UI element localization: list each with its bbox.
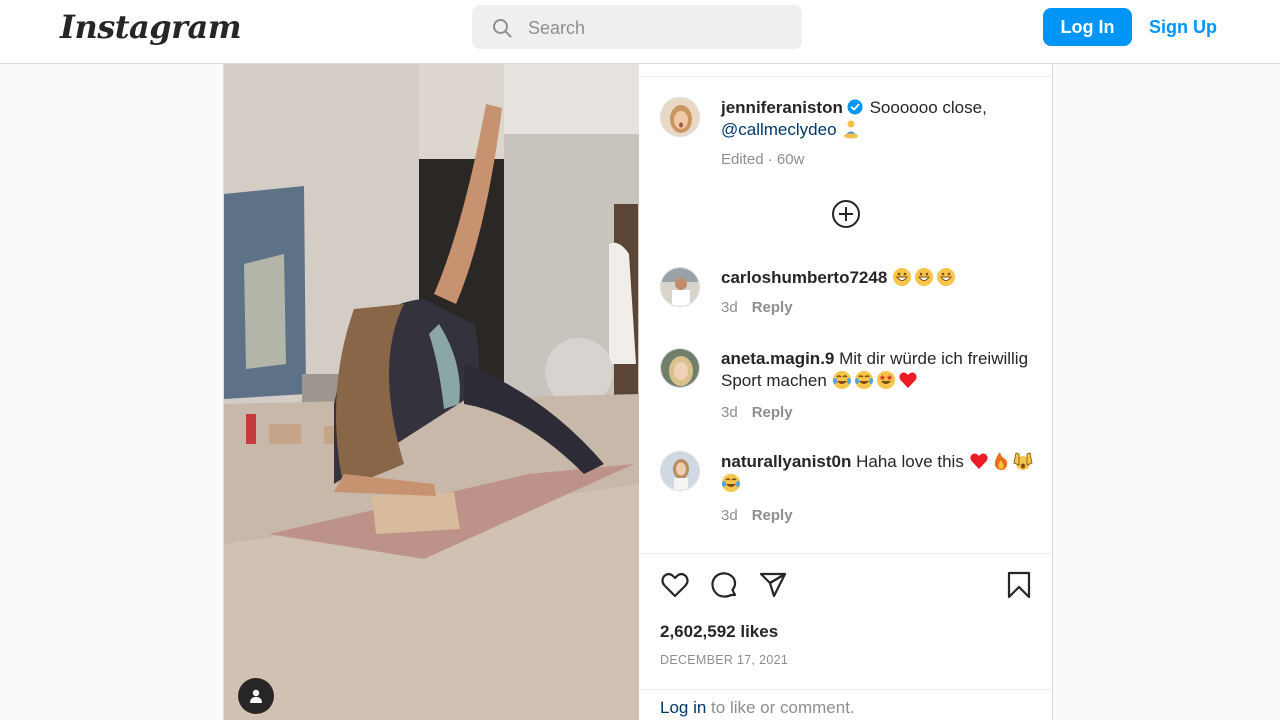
fire-emoji-icon [994, 452, 1007, 470]
divider [640, 553, 1052, 554]
comment-icon[interactable] [709, 570, 739, 600]
comment-meta: 3d Reply [721, 299, 793, 316]
tagged-user-button[interactable] [238, 678, 274, 714]
load-more-comments-icon[interactable] [830, 198, 862, 230]
comment-time: 3d [721, 507, 738, 524]
red-heart-emoji-icon [969, 453, 988, 469]
tears-of-joy-emoji-icon [832, 371, 851, 389]
comment-item: aneta.magin.9 Mit dir würde ich freiwill… [660, 348, 1040, 428]
divider [640, 76, 1052, 77]
caption-text: jenniferaniston Soooooo close, @callmecl… [721, 97, 1041, 141]
likes-count[interactable]: 2,602,592 likes [660, 622, 778, 642]
man-in-lotus-emoji-icon [844, 120, 859, 139]
comment-meta: 3d Reply [721, 507, 793, 524]
grinning-emoji-icon [893, 268, 912, 286]
avatar[interactable] [660, 348, 700, 388]
heart-icon[interactable] [660, 570, 690, 600]
login-prompt: Log in to like or comment. [660, 698, 855, 718]
signup-link[interactable]: Sign Up [1143, 8, 1223, 46]
red-heart-emoji-icon [898, 372, 917, 388]
login-link[interactable]: Log in [660, 698, 706, 717]
share-icon[interactable] [758, 570, 788, 600]
post-container: jenniferaniston Soooooo close, @callmecl… [223, 64, 1053, 720]
user-icon [250, 689, 262, 703]
reply-button[interactable]: Reply [752, 299, 793, 316]
grinning-emoji-icon [915, 268, 934, 286]
raising-hands-emoji-icon [1013, 452, 1033, 470]
reply-button[interactable]: Reply [752, 507, 793, 524]
post-date: DECEMBER 17, 2021 [660, 653, 789, 667]
login-button[interactable]: Log In [1043, 8, 1132, 46]
comment-item: naturallyanist0n Haha love this 3d Reply [660, 451, 1040, 531]
caption-body: Soooooo close, [869, 98, 987, 117]
caption: jenniferaniston Soooooo close, @callmecl… [660, 97, 1040, 177]
comment-item: carloshumberto7248 3d Reply [660, 267, 1040, 327]
post-video[interactable] [224, 64, 639, 720]
avatar[interactable] [660, 267, 700, 307]
tears-of-joy-emoji-icon [854, 371, 873, 389]
grinning-emoji-icon [937, 268, 956, 286]
comment-username[interactable]: aneta.magin.9 [721, 349, 834, 368]
caption-username[interactable]: jenniferaniston [721, 98, 843, 117]
comment-text: carloshumberto7248 [721, 267, 1041, 289]
tears-of-joy-emoji-icon [722, 474, 740, 492]
post-details-panel: jenniferaniston Soooooo close, @callmecl… [640, 64, 1052, 720]
save-icon[interactable] [1006, 570, 1032, 600]
comment-time: 3d [721, 404, 738, 421]
search-input[interactable] [526, 5, 790, 51]
avatar[interactable] [660, 451, 700, 491]
comment-time: 3d [721, 299, 738, 316]
divider [640, 689, 1052, 690]
comment-meta: 3d Reply [721, 404, 793, 421]
star-struck-emoji-icon [876, 371, 895, 389]
search-icon [493, 19, 512, 38]
comment-text: naturallyanist0n Haha love this [721, 451, 1041, 495]
avatar[interactable] [660, 97, 700, 137]
top-navigation-bar: Instagram Log In Sign Up [0, 0, 1280, 64]
comment-username[interactable]: carloshumberto7248 [721, 268, 887, 287]
reply-button[interactable]: Reply [752, 404, 793, 421]
search-box[interactable] [472, 5, 802, 51]
instagram-logo[interactable]: Instagram [60, 8, 242, 46]
caption-meta: Edited · 60w [721, 151, 805, 168]
comment-body: Haha love this [856, 452, 964, 471]
verified-badge-icon [847, 99, 863, 115]
login-prompt-text: to like or comment. [706, 698, 855, 717]
comment-text: aneta.magin.9 Mit dir würde ich freiwill… [721, 348, 1041, 392]
yoga-scene-image [224, 64, 639, 720]
comment-username[interactable]: naturallyanist0n [721, 452, 851, 471]
caption-mention[interactable]: @callmeclydeo [721, 120, 837, 139]
